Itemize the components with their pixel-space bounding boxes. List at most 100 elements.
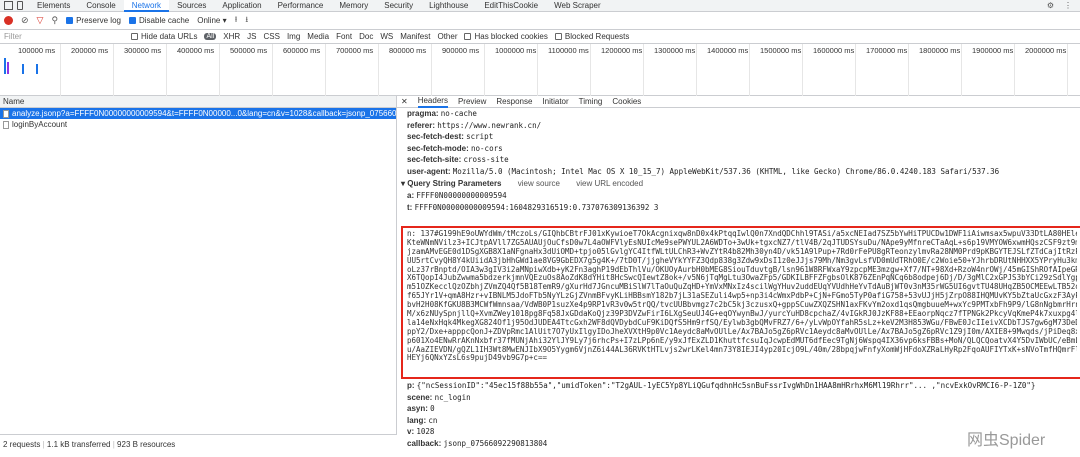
timeline-gridline: [961, 44, 962, 96]
timeline-tick-label: 100000 ms: [18, 46, 56, 55]
timeline-gridline: [749, 44, 750, 96]
clear-icon[interactable]: ⊘: [21, 15, 29, 26]
header-key: lang:: [407, 415, 429, 425]
header-value: jsonp_07566092290813804: [443, 438, 548, 448]
request-row[interactable]: loginByAccount: [0, 119, 396, 130]
filter-type-buttons: XHR JS CSS Img Media Font Doc WS Manifest Other: [223, 32, 457, 41]
view-url-encoded-link[interactable]: view URL encoded: [576, 179, 643, 188]
filter-type-img[interactable]: Img: [287, 32, 300, 41]
param-n-line: UU5rtCvyQH8Y4kUiidA3jbHhGWd1ae8VG9GbEDX7…: [407, 256, 1077, 265]
close-icon[interactable]: ✕: [401, 97, 408, 106]
header-value: no-cors: [471, 143, 503, 153]
header-value: cn: [428, 415, 438, 425]
header-value: no-cache: [440, 109, 477, 118]
device-toggle-icon[interactable]: [17, 1, 23, 10]
header-key: sec-fetch-mode:: [407, 143, 472, 153]
disable-cache-checkbox[interactable]: Disable cache: [128, 16, 189, 25]
name-column-header[interactable]: Name: [0, 96, 396, 108]
blocked-cookies-checkbox[interactable]: Has blocked cookies: [464, 32, 548, 41]
header-key: p:: [407, 381, 417, 390]
file-icon: [3, 120, 9, 129]
filter-all-button[interactable]: All: [204, 33, 217, 40]
query-string-section[interactable]: ▾ Query String Parameters view source vi…: [397, 177, 1080, 190]
timeline-gridline: [272, 44, 273, 96]
detail-tab-preview[interactable]: Preview: [458, 97, 486, 106]
timeline-gridline: [590, 44, 591, 96]
blocked-requests-checkbox[interactable]: Blocked Requests: [554, 32, 629, 41]
more-options-icon[interactable]: ⋮: [1064, 1, 1072, 10]
timeline-tick-label: 900000 ms: [442, 46, 480, 55]
search-icon[interactable]: ⚲: [51, 15, 58, 26]
request-row[interactable]: analyze.jsonp?a=FFFF0N00000000009594&t=F…: [0, 108, 396, 119]
header-row: a: FFFF0N00000000009594: [397, 190, 1080, 202]
timeline-gridline: [855, 44, 856, 96]
view-source-link[interactable]: view source: [518, 179, 560, 188]
filter-type-doc[interactable]: Doc: [359, 32, 373, 41]
timeline-tick-label: 200000 ms: [71, 46, 109, 55]
tab-editthiscookie[interactable]: EditThisCookie: [476, 0, 546, 12]
param-n-line: p601Xo4ENwRrAKnNxbfr37fMUNjAhi32YlJY9Ly7…: [407, 336, 1077, 345]
tab-performance[interactable]: Performance: [270, 0, 332, 12]
timeline-tick-label: 1100000 ms: [548, 46, 589, 55]
timeline-gridline: [325, 44, 326, 96]
filter-bar: Filter Hide data URLs All XHR JS CSS Img Med…: [0, 30, 1080, 44]
header-value: https://www.newrank.cn/: [437, 120, 542, 130]
timeline-gridline: [431, 44, 432, 96]
timeline-tick-label: 1800000 ms: [919, 46, 961, 55]
param-n-line: HEYj6QNxYZsL6s9pujD49vb9G7p+c==: [407, 354, 547, 363]
timeline-gridline: [378, 44, 379, 96]
header-row: sec-fetch-mode: no-cors: [397, 143, 1080, 155]
detail-tab-headers[interactable]: Headers: [417, 96, 448, 108]
header-key: sec-fetch-site:: [407, 155, 464, 164]
filter-type-css[interactable]: CSS: [264, 32, 280, 41]
detail-tab-response[interactable]: Response: [496, 97, 532, 106]
filter-type-other[interactable]: Other: [437, 32, 457, 41]
tab-memory[interactable]: Memory: [331, 0, 376, 12]
header-value: {"ncSessionID":"45ec15f88b55a","umidToke…: [416, 381, 1036, 390]
filter-type-manifest[interactable]: Manifest: [400, 32, 430, 41]
header-key: v:: [407, 427, 417, 436]
timeline-gridline: [802, 44, 803, 96]
tab-network[interactable]: Network: [123, 0, 170, 12]
header-key: sec-fetch-dest:: [407, 132, 467, 141]
param-n-line: jzamAMvEGE0d1DSgXGB8X1aNFgnaHx3dUiOMD+tp…: [407, 247, 1077, 256]
timeline-tick-label: 1600000 ms: [813, 46, 855, 55]
param-n-line: u/AaZIEVDN/gQZL1IH3Wt8MwENJIbX9O5Yygm6Vj…: [407, 345, 1077, 354]
timeline-tick-label: 300000 ms: [124, 46, 162, 55]
import-icon[interactable]: ⭱: [235, 14, 238, 28]
header-key: asyn:: [407, 404, 431, 413]
tab-web-scraper[interactable]: Web Scraper: [546, 0, 609, 12]
settings-icon[interactable]: ⚙: [1047, 1, 1054, 10]
filter-type-ws[interactable]: WS: [380, 32, 393, 41]
detail-tab-cookies[interactable]: Cookies: [612, 97, 641, 106]
hide-data-urls-checkbox[interactable]: Hide data URLs: [131, 32, 197, 41]
tab-lighthouse[interactable]: Lighthouse: [421, 0, 476, 12]
tab-security[interactable]: Security: [376, 0, 421, 12]
record-icon[interactable]: [4, 16, 13, 25]
throttle-select[interactable]: Online ▾: [197, 16, 226, 25]
timeline-overview[interactable]: 100000 ms 200000 ms 300000 ms 400000 ms 5000…: [0, 44, 1080, 96]
tab-console[interactable]: Console: [78, 0, 123, 12]
tab-sources[interactable]: Sources: [169, 0, 214, 12]
filter-type-js[interactable]: JS: [247, 32, 256, 41]
request-list: Name analyze.jsonp?a=FFFF0N0000000000959…: [0, 96, 397, 456]
header-value: nc_login: [434, 392, 471, 402]
filter-input[interactable]: Filter: [4, 32, 124, 42]
tab-application[interactable]: Application: [214, 0, 269, 12]
filter-type-xhr[interactable]: XHR: [223, 32, 240, 41]
request-detail-pane: ✕ Headers Preview Response Initiator Timing C…: [397, 96, 1080, 456]
header-key: scene:: [407, 392, 435, 402]
preserve-log-checkbox[interactable]: Preserve log: [66, 16, 121, 25]
detail-tab-initiator[interactable]: Initiator: [542, 97, 568, 106]
filter-type-font[interactable]: Font: [336, 32, 352, 41]
detail-tab-timing[interactable]: Timing: [579, 97, 603, 106]
inspect-icon[interactable]: [4, 1, 13, 10]
export-icon[interactable]: ⭳: [245, 14, 248, 28]
header-value: script: [466, 132, 494, 141]
timeline-tick-label: 1200000 ms: [601, 46, 643, 55]
timeline-bar: [22, 64, 24, 74]
tab-elements[interactable]: Elements: [29, 0, 78, 12]
filter-icon[interactable]: ▽: [37, 15, 44, 26]
param-n-line: f65JYr1V+qmA8Hzr+vIBNLM5JdoFTb5NyYLzGjZV…: [407, 292, 1077, 301]
filter-type-media[interactable]: Media: [307, 32, 329, 41]
